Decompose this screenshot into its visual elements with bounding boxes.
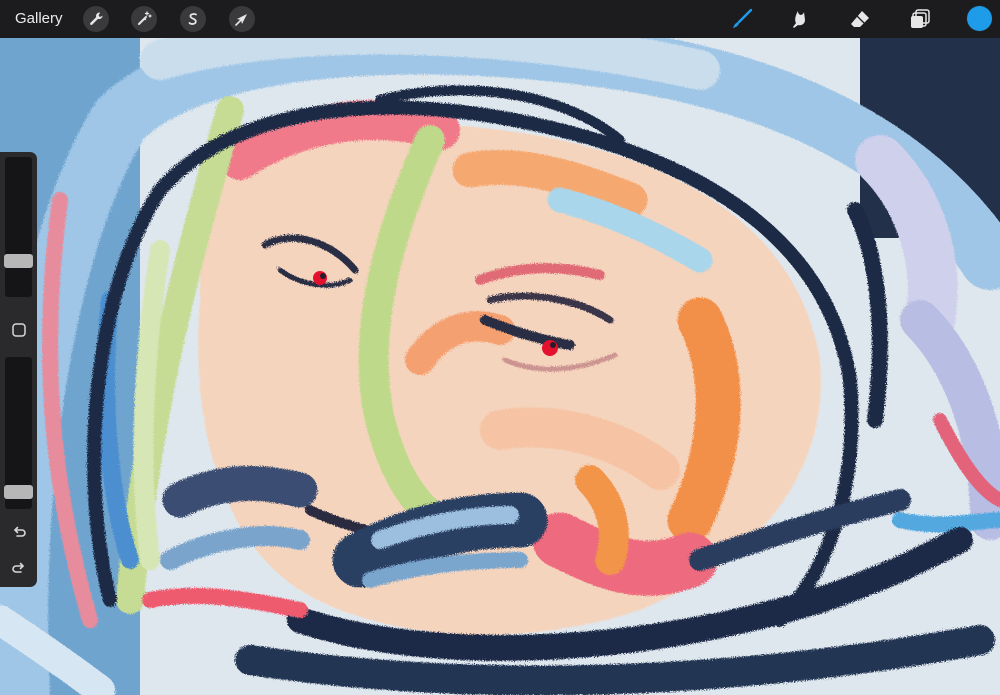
color-picker-button[interactable] [967, 6, 992, 31]
layers-button[interactable] [908, 7, 932, 31]
brush-tool-button[interactable] [730, 7, 754, 31]
undo-icon [13, 526, 26, 537]
redo-button[interactable] [9, 558, 28, 577]
layers-icon [911, 9, 930, 28]
wrench-icon [90, 12, 103, 26]
smudge-tool-button[interactable] [789, 7, 813, 31]
smudge-icon [793, 11, 805, 28]
eraser-icon [851, 11, 869, 27]
brush-icon [733, 8, 753, 28]
selection-button[interactable] [180, 6, 206, 32]
selection-s-icon [188, 13, 197, 25]
top-toolbar: Gallery [0, 0, 1000, 38]
drawing-canvas[interactable] [0, 0, 1000, 695]
magic-wand-icon [138, 11, 152, 25]
eraser-tool-button[interactable] [848, 7, 872, 31]
opacity-handle[interactable] [4, 485, 33, 500]
transform-button[interactable] [229, 6, 255, 32]
undo-button[interactable] [9, 522, 28, 541]
brush-size-handle[interactable] [4, 254, 33, 269]
left-sidebar [0, 152, 37, 587]
modify-button[interactable] [9, 320, 28, 339]
adjustments-button[interactable] [131, 6, 157, 32]
arrow-cursor-icon [235, 14, 247, 26]
redo-icon [11, 562, 24, 573]
gallery-button[interactable]: Gallery [15, 10, 63, 27]
square-icon [11, 322, 26, 337]
actions-button[interactable] [83, 6, 109, 32]
brush-size-slider[interactable] [5, 157, 32, 297]
